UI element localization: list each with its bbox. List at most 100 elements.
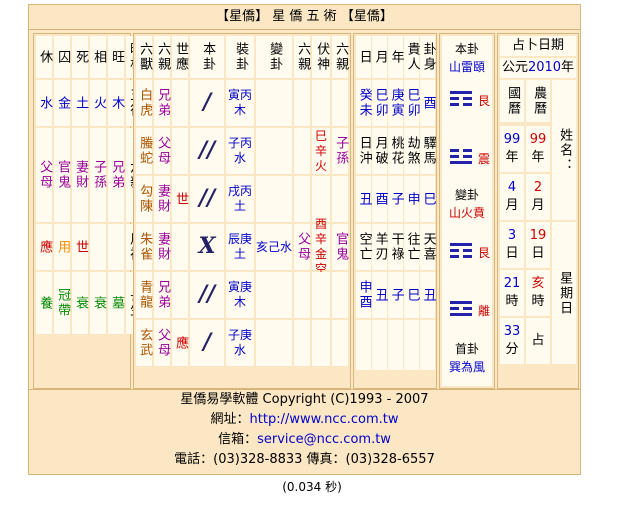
wangxiang-label: 死 xyxy=(72,36,88,78)
guoli-unit: 日 xyxy=(505,246,519,261)
yao-line: X xyxy=(190,224,224,270)
row1-cell-text: 巳卯 xyxy=(404,88,420,118)
row4_headers-cell-text: 空亡 xyxy=(356,232,372,262)
row4_headers-cell: 羊刃 xyxy=(372,224,388,270)
fkin-cell: 官鬼 xyxy=(332,224,348,270)
beast-cell: 青龍 xyxy=(136,272,152,318)
column-header: 本卦 xyxy=(190,36,224,78)
kin-cell: 兄弟 xyxy=(154,272,170,318)
shiying-cell xyxy=(172,272,188,318)
nongli-unit: 年 xyxy=(531,150,545,165)
fkin-cell xyxy=(332,320,348,366)
beast-cell-text: 白虎 xyxy=(137,88,153,118)
row3-cell-text: 巳 xyxy=(420,191,436,207)
website-link[interactable]: http://www.ncc.com.tw xyxy=(250,412,399,427)
fushen-cell: 巳辛火 xyxy=(312,128,330,174)
row5-cell-text: 丑 xyxy=(372,287,388,303)
row5-cell: 子 xyxy=(388,272,404,318)
nongli-value: 19 日 xyxy=(526,222,550,268)
row1-cell-text: 酉 xyxy=(420,95,436,111)
wuxing-cell: 土 xyxy=(72,80,88,126)
shiying-cell xyxy=(172,80,188,126)
row2_headers-cell: 驛馬 xyxy=(420,128,436,174)
nongli-num: 亥 xyxy=(531,275,545,291)
kin-cell: 妻財 xyxy=(154,224,170,270)
hexagram-lines-panel: 六獸 六親 世應 本卦 裝卦 變卦 六親 伏神 六親 白虎 兄弟 / 寅丙木 螣蛇 父母//子丙水 巳辛火 子孫… xyxy=(133,33,351,389)
bian-cell: 亥己水 xyxy=(256,224,292,270)
bian-cell xyxy=(256,128,292,174)
hexagram-name-panel: 本卦 山雷頤艮震變卦 山火賁艮離首卦 巽為風 xyxy=(439,33,495,389)
row2_headers-cell: 劫煞 xyxy=(404,128,420,174)
row4_headers-cell: 空亡 xyxy=(356,224,372,270)
fkin-cell-text: 子孫 xyxy=(333,136,349,166)
bian-upper-trigram: 艮 xyxy=(478,246,491,260)
column-header-text: 裝卦 xyxy=(233,42,249,72)
guoli-label-text: 國曆 xyxy=(505,86,521,116)
li-trigram-icon xyxy=(450,298,472,319)
wangxiang-label: 相 xyxy=(90,36,106,78)
changsheng-cell: 衰 xyxy=(72,272,88,334)
row3-cell: 巳 xyxy=(420,176,436,222)
shou-gua-name: 巽為風 xyxy=(448,360,485,374)
kin-cell-text: 父母 xyxy=(155,328,171,358)
yao-line: / xyxy=(190,80,224,126)
guoli-value: 3日 xyxy=(500,222,524,268)
changsheng-cell-text: 墓 xyxy=(109,295,125,311)
row2_headers-cell-text: 月破 xyxy=(372,136,388,166)
row3-cell: 申 xyxy=(404,176,420,222)
wuxing-cell: 水 xyxy=(36,80,52,126)
name-label: 姓名： xyxy=(552,80,576,220)
email-line: 信箱：service@ncc.com.tw xyxy=(29,430,580,450)
row3-cell: 酉 xyxy=(372,176,388,222)
bian-lower-trigram: 離 xyxy=(478,304,491,318)
yongshen-cell xyxy=(90,224,106,270)
column-header-text: 六親 xyxy=(333,42,349,72)
wuxing-cell-text: 金 xyxy=(55,95,71,111)
shensha_headers-cell-text: 貴人 xyxy=(404,42,420,72)
wangxiang-panel: 休水父母囚金官鬼死土妻財相火子孫旺木兄弟應養用冠帶世衰衰墓旺相五行六親用神長生 xyxy=(33,33,142,389)
weekday-label: 星期日 xyxy=(552,222,576,364)
row4_headers-cell: 干祿 xyxy=(388,224,404,270)
yongshen-cell-text: 應 xyxy=(37,239,53,255)
beast-cell: 勾陳 xyxy=(136,176,152,222)
zhan-text: 占 xyxy=(531,332,545,348)
nongli-num: 19 xyxy=(529,227,547,243)
column-header-text: 世應 xyxy=(173,42,189,72)
row5-cell-text: 子 xyxy=(388,287,404,303)
changsheng-cell: 墓 xyxy=(108,272,124,334)
zhuang-cell: 子丙水 xyxy=(226,128,254,174)
liuqin-cell: 子孫 xyxy=(90,128,106,222)
shensha_headers-cell-text: 年 xyxy=(388,49,404,65)
bkin-cell xyxy=(294,80,310,126)
row1-cell: 巳卯 xyxy=(404,80,420,126)
beast-cell-text: 玄武 xyxy=(137,328,153,358)
shensha_headers-cell: 月 xyxy=(372,36,388,78)
empty-cell xyxy=(404,320,419,370)
bkin-cell xyxy=(294,272,310,318)
shensha-panel: 日月年貴人 卦身 癸未 巳卯 庚寅 巳卯酉日沖 月破 桃花 劫煞 驛馬丑酉子申巳空亡 羊刃 干祿 往亡天… xyxy=(353,33,437,389)
column-header: 六親 xyxy=(332,36,348,78)
changsheng-cell: 衰 xyxy=(90,272,106,334)
kin-cell-text: 兄弟 xyxy=(155,280,171,310)
row3-cell-text: 丑 xyxy=(356,191,372,207)
bian-gua-label: 變卦 xyxy=(454,188,479,202)
guoli-num: 33 xyxy=(503,323,521,339)
fushen-cell: 酉辛金空 xyxy=(312,217,330,276)
column-header: 世應 xyxy=(172,36,188,78)
fkin-cell xyxy=(332,272,348,318)
liuqin-cell-text: 官鬼 xyxy=(55,160,71,190)
ben-gua-name: 山雷頤 xyxy=(448,60,485,74)
shiying-cell xyxy=(172,224,188,270)
name-label-text: 姓名： xyxy=(557,127,573,173)
column-header-text: 六親 xyxy=(155,42,171,72)
changsheng-cell-text: 養 xyxy=(37,295,53,311)
guoli-value: 33 分 xyxy=(500,318,524,364)
bian-cell xyxy=(256,320,292,366)
kin-cell: 兄弟 xyxy=(154,80,170,126)
year-value: 2010 xyxy=(527,59,562,75)
email-link[interactable]: service@ncc.com.tw xyxy=(257,432,391,447)
guoli-num: 99 xyxy=(503,131,521,147)
column-header: 伏神 xyxy=(312,36,330,78)
beast-cell-text: 勾陳 xyxy=(137,184,153,214)
wangxiang-label-text: 死 xyxy=(73,49,89,65)
